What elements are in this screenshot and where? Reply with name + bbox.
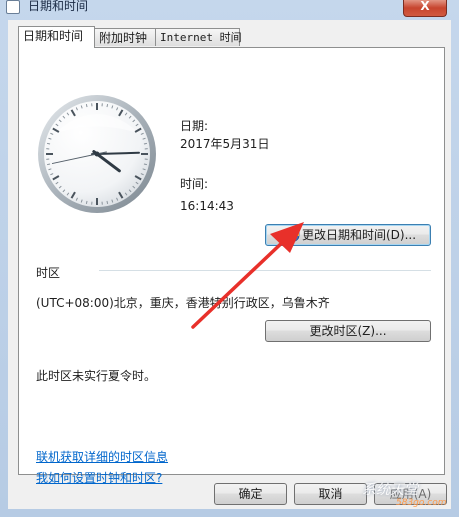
dialog-client: 日期和时间 附加时钟 Internet 时间 日期: 2017年5月31日 时间… <box>8 20 451 509</box>
online-timezone-info-link[interactable]: 联机获取详细的时区信息 <box>36 448 168 465</box>
clock-minute-tick <box>47 163 51 166</box>
change-timezone-button[interactable]: 更改时区(Z)... <box>265 320 431 342</box>
clock-app-icon <box>6 0 20 14</box>
time-value: 16:14:43 <box>180 199 234 213</box>
time-label: 时间: <box>180 177 209 191</box>
how-to-set-clock-link[interactable]: 我如何设置时钟和时区? <box>36 469 162 486</box>
window-title: 日期和时间 <box>28 0 89 13</box>
watermark-site: 583go.com <box>396 498 447 508</box>
ok-button[interactable]: 确定 <box>214 483 287 505</box>
timezone-value: (UTC+08:00)北京，重庆，香港特别行政区，乌鲁木齐 <box>36 296 330 310</box>
change-date-time-button[interactable]: 更改日期和时间(D)... <box>265 224 431 246</box>
title-bar[interactable]: 日期和时间 X <box>0 0 459 20</box>
cancel-button[interactable]: 取消 <box>294 483 367 505</box>
tab-panel: 日期: 2017年5月31日 时间: 16:14:43 更改日期和时间(D)..… <box>18 47 445 485</box>
analog-clock <box>38 95 156 213</box>
tab-date-time[interactable]: 日期和时间 <box>18 26 95 48</box>
clock-minute-tick <box>143 163 147 166</box>
clock-minute-tick <box>106 104 109 108</box>
clock-minute-tick <box>106 200 109 204</box>
clock-minute-tick <box>85 104 88 108</box>
tab-internet-time[interactable]: Internet 时间 <box>155 28 242 46</box>
clock-center <box>94 151 100 157</box>
timezone-section-label: 时区 <box>36 266 61 280</box>
uac-shield-icon <box>286 228 300 243</box>
change-date-time-label: 更改日期和时间(D)... <box>302 228 417 242</box>
tab-additional-clocks[interactable]: 附加时钟 <box>94 28 156 46</box>
date-label: 日期: <box>180 119 209 133</box>
dst-note: 此时区未实行夏令时。 <box>36 369 157 383</box>
watermark-logo: 系统天堂 <box>362 482 418 498</box>
clock-minute-tick <box>143 142 147 145</box>
clock-minute-tick <box>85 200 88 204</box>
date-value: 2017年5月31日 <box>180 137 270 151</box>
clock-minute-tick <box>47 142 51 145</box>
section-divider <box>99 270 431 271</box>
close-button[interactable]: X <box>403 0 447 17</box>
